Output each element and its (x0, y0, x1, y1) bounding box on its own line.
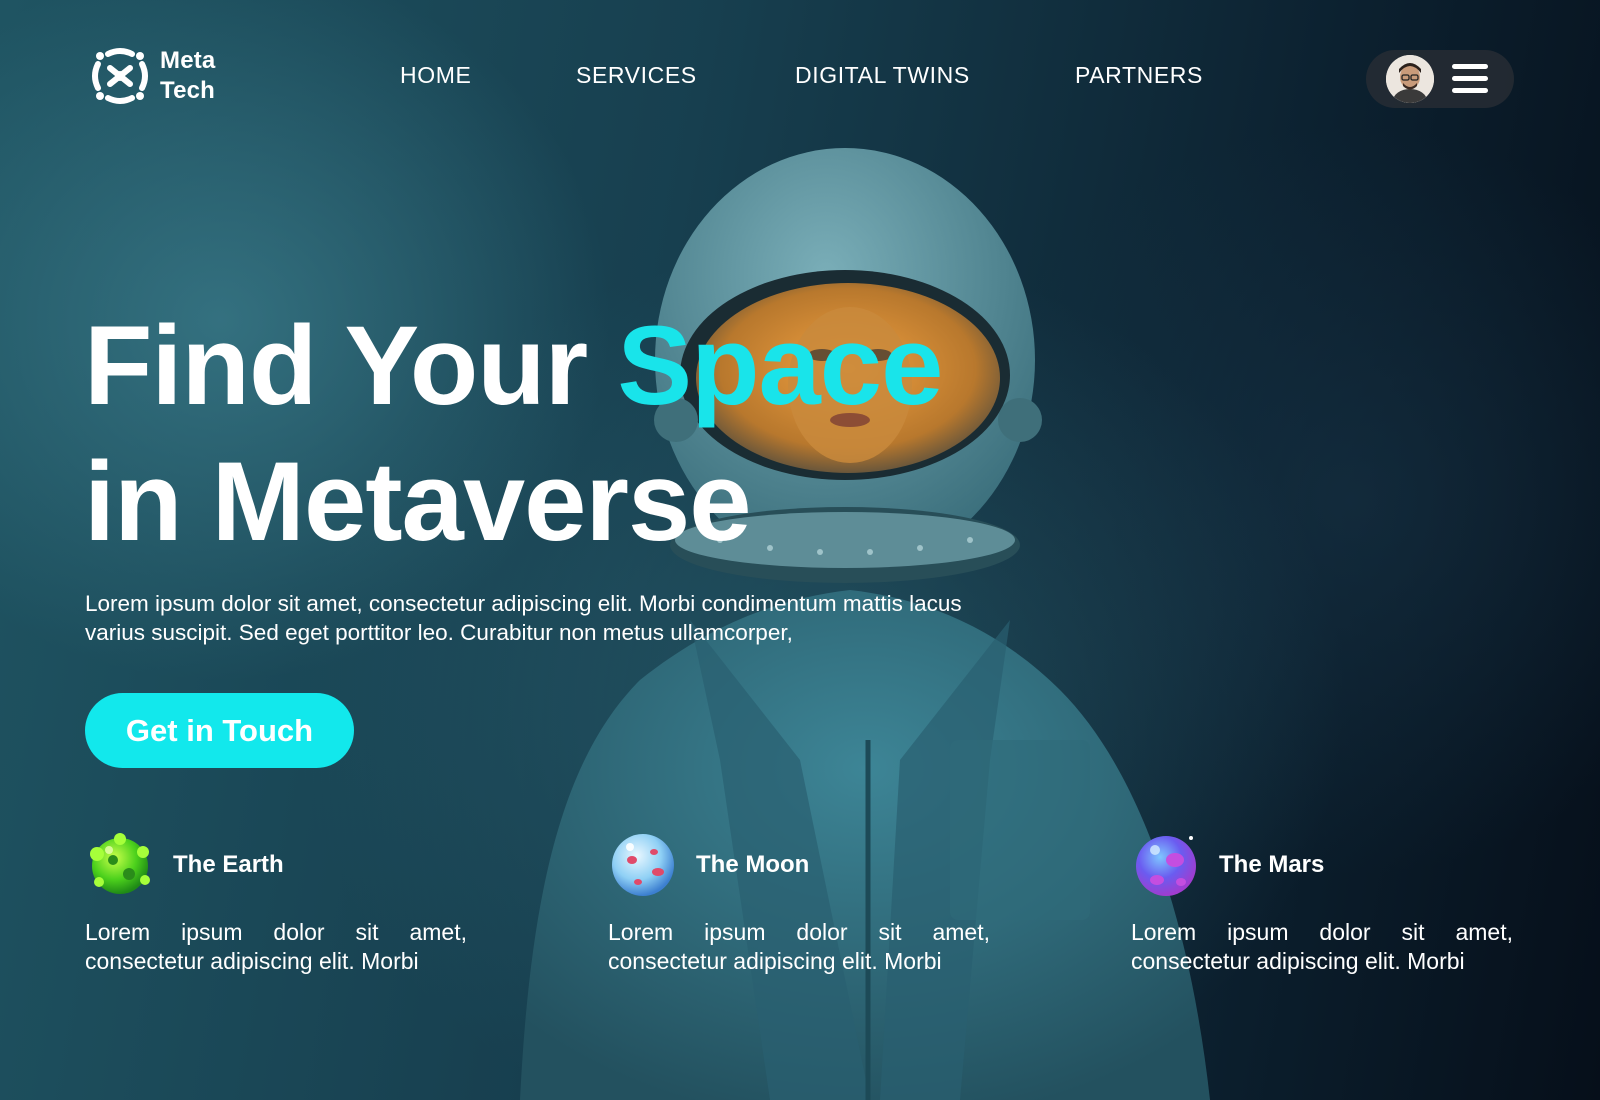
planet-description: Lorem ipsum dolor sit amet, consectetur … (85, 919, 467, 974)
planet-title: The Earth (173, 851, 284, 878)
nav-services[interactable]: SERVICES (576, 62, 697, 89)
planet-title: The Moon (696, 851, 810, 878)
mars-planet-icon (1136, 836, 1196, 896)
planet-card-earth[interactable]: The Earth Lorem ipsum dolor sit amet, co… (85, 830, 467, 976)
hero-description: Lorem ipsum dolor sit amet, consectetur … (85, 591, 962, 645)
nav-digital-twins[interactable]: DIGITAL TWINS (795, 62, 970, 89)
planet-card-mars[interactable]: The Mars Lorem ipsum dolor sit amet, con… (1131, 830, 1513, 976)
nav-partners[interactable]: PARTNERS (1075, 62, 1203, 89)
planet-title: The Mars (1219, 851, 1325, 878)
hero-title-prefix: Find Your (84, 303, 618, 428)
brand-line-2: Tech (160, 77, 216, 104)
planet-description: Lorem ipsum dolor sit amet, consectetur … (608, 919, 990, 974)
moon-planet-icon (612, 834, 674, 896)
user-avatar[interactable] (1386, 55, 1434, 103)
brand-name: Meta Tech (160, 46, 215, 106)
get-in-touch-button[interactable]: Get in Touch (85, 693, 354, 768)
hero-title: Find Your Space in Metaverse (84, 298, 943, 570)
network-logo-icon (92, 48, 148, 104)
brand-logo[interactable]: Meta Tech (88, 44, 215, 108)
hamburger-menu-icon[interactable] (1452, 62, 1488, 96)
brand-line-1: Meta (160, 47, 216, 74)
earth-planet-icon (90, 833, 150, 894)
hero-title-accent: Space (617, 303, 943, 428)
hero-title-line-2: in Metaverse (84, 439, 752, 564)
avatar-portrait (1386, 55, 1434, 103)
planet-description: Lorem ipsum dolor sit amet, consectetur … (1131, 919, 1513, 974)
nav-home[interactable]: HOME (400, 62, 471, 89)
user-menu (1366, 50, 1514, 108)
planet-card-moon[interactable]: The Moon Lorem ipsum dolor sit amet, con… (608, 830, 990, 976)
